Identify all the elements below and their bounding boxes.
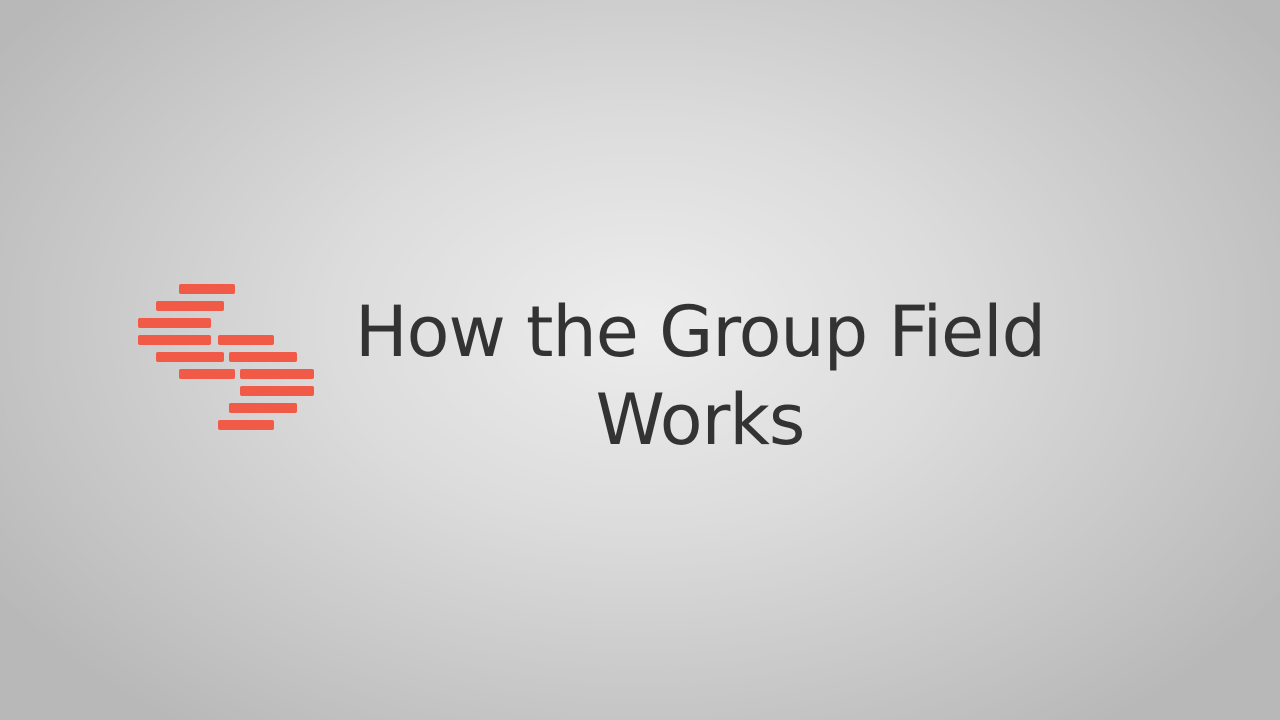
logo-bar <box>179 369 235 379</box>
slide-title-line-1: How the Group Field <box>354 291 1046 373</box>
logo-bar <box>179 284 235 294</box>
logo-bar <box>156 352 224 362</box>
logo-bar <box>229 352 297 362</box>
slide-title: How the Group Field Works <box>330 288 1070 464</box>
logo-bar <box>240 386 314 396</box>
logo-bar <box>138 335 211 345</box>
stacked-bars-logo-icon <box>138 284 314 430</box>
logo-bar <box>240 369 314 379</box>
title-slide: How the Group Field Works <box>0 0 1280 720</box>
logo-bar <box>156 301 224 311</box>
slide-title-line-2: Works <box>595 379 806 461</box>
logo-bar <box>229 403 297 413</box>
logo-bar <box>138 318 211 328</box>
logo-bar <box>218 420 274 430</box>
logo-bar <box>218 335 274 345</box>
